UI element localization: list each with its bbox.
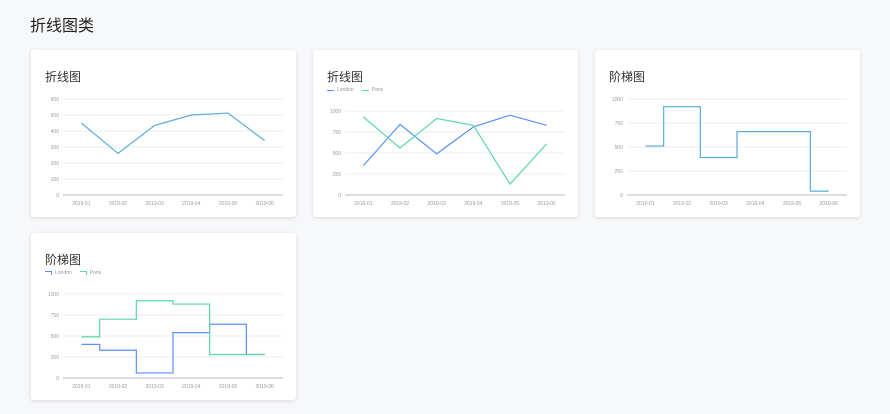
x-tick-label: 2019-02 (673, 201, 692, 207)
x-tick-label: 2019-01 (72, 384, 91, 390)
y-tick-label: 200 (51, 161, 60, 167)
x-tick-label: 2019-01 (354, 201, 373, 207)
y-tick-label: 0 (56, 376, 59, 382)
x-tick-label: 2019-01 (72, 201, 91, 207)
x-tick-label: 2019-06 (537, 201, 556, 207)
x-tick-label: 2019-05 (219, 384, 238, 390)
x-tick-label: 2019-03 (145, 384, 164, 390)
y-tick-label: 0 (620, 193, 623, 199)
x-tick-label: 2019-05 (783, 201, 802, 207)
y-tick-label: 250 (615, 169, 624, 175)
line-chart-card: 折线图 0 100 200 300 400 500 600 2019-01 2019-02 201… (31, 50, 296, 217)
x-tick-label: 2019-02 (109, 201, 128, 207)
y-tick-label: 750 (615, 121, 624, 127)
y-tick-label: 500 (615, 145, 624, 151)
multi-line-chart: 0 250 500 750 1000 2019-01 2019-02 2019-03 2019-… (330, 109, 565, 207)
y-tick-label: 750 (333, 130, 342, 136)
x-tick-label: 2019-06 (255, 201, 274, 207)
y-tick-label: 250 (333, 172, 342, 178)
x-tick-label: 2019-01 (636, 201, 655, 207)
x-tick-label: 2019-05 (501, 201, 520, 207)
multi-step-chart: 0 250 500 750 1000 2019-01 2019-02 2019-03 2019-… (48, 292, 283, 390)
x-tick-label: 2019-02 (109, 384, 128, 390)
page-title: 折线图类 (30, 18, 95, 35)
y-tick-label: 1000 (48, 292, 59, 298)
multi-step-chart-card: 阶梯图 London Paris 0 250 500 750 1000 2019-01 20… (31, 233, 296, 400)
y-tick-label: 1000 (612, 97, 623, 103)
series-line (81, 323, 265, 374)
multi-line-chart-card: 折线图 London Paris 0 250 500 750 1000 2019-01 20… (313, 50, 578, 217)
y-tick-label: 750 (51, 313, 60, 319)
y-tick-label: 250 (51, 355, 60, 361)
x-tick-label: 2019-03 (709, 201, 728, 207)
y-tick-label: 500 (333, 151, 342, 157)
line-chart: 0 100 200 300 400 500 600 2019-01 2019-02 2019-03… (51, 97, 283, 207)
y-tick-label: 500 (51, 113, 60, 119)
y-tick-label: 1000 (330, 109, 341, 115)
x-tick-label: 2019-06 (819, 201, 838, 207)
x-tick-label: 2019-04 (182, 201, 201, 207)
y-tick-label: 500 (51, 334, 60, 340)
y-tick-label: 400 (51, 129, 60, 135)
y-tick-label: 600 (51, 97, 60, 103)
x-tick-label: 2019-02 (391, 201, 410, 207)
y-tick-label: 100 (51, 177, 60, 183)
x-tick-label: 2019-04 (464, 201, 483, 207)
x-tick-label: 2019-04 (746, 201, 765, 207)
x-tick-label: 2019-06 (255, 384, 274, 390)
x-tick-label: 2019-04 (182, 384, 201, 390)
y-tick-label: 0 (338, 193, 341, 199)
step-chart: 0 250 500 750 1000 2019-01 2019-02 2019-03 2019-… (612, 97, 847, 207)
y-tick-label: 300 (51, 145, 60, 151)
step-chart-card: 阶梯图 0 250 500 750 1000 2019-01 2019-02 2019-03 2… (595, 50, 860, 217)
x-tick-label: 2019-05 (219, 201, 238, 207)
x-tick-label: 2019-03 (427, 201, 446, 207)
series-line (645, 106, 829, 192)
x-tick-label: 2019-03 (145, 201, 164, 207)
y-tick-label: 0 (56, 193, 59, 199)
